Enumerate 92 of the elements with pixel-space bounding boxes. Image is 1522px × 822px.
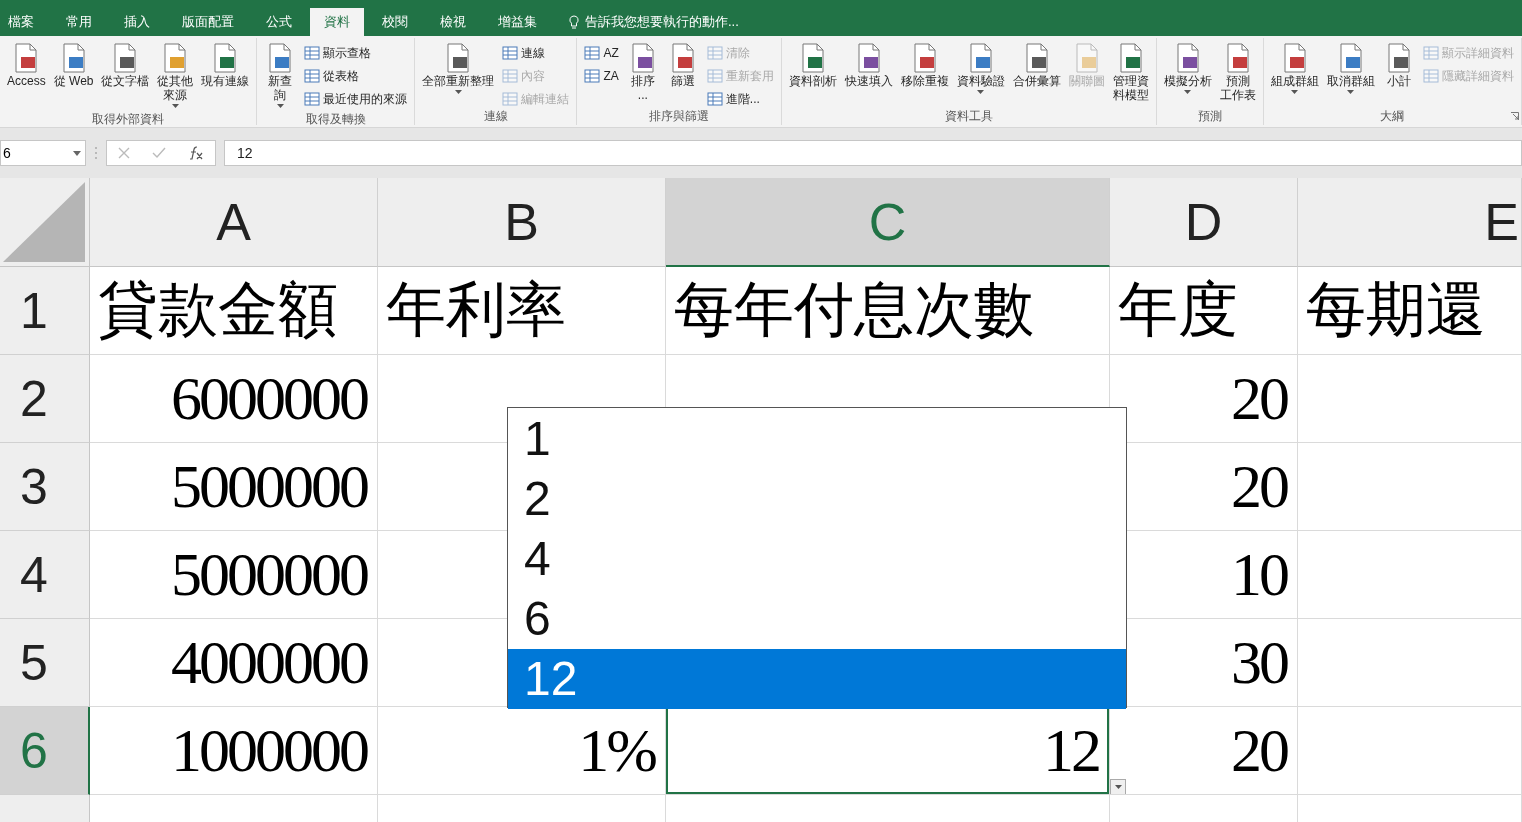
- group-label: 連線: [484, 109, 508, 125]
- table-icon: [1422, 45, 1439, 61]
- tell-me-field[interactable]: 告訴我您想要執行的動作...: [569, 8, 739, 36]
- name-box[interactable]: 6: [0, 140, 86, 166]
- column-header[interactable]: E: [1298, 178, 1522, 267]
- ribbon-button[interactable]: 組成群組: [1267, 40, 1322, 109]
- caret-icon: [73, 150, 81, 156]
- list-option[interactable]: 12: [508, 649, 1126, 709]
- ribbon-tab[interactable]: 檢視: [426, 8, 480, 36]
- table-cell: 年度: [1110, 267, 1298, 355]
- function-icon[interactable]: [188, 146, 204, 160]
- ribbon-tab[interactable]: 檔案: [0, 8, 48, 36]
- table-icon: [304, 91, 321, 107]
- caret-icon: [1114, 785, 1122, 789]
- table-cell: 年利率: [378, 267, 666, 355]
- grip-icon: [94, 145, 98, 161]
- ribbon-button[interactable]: 資料剖析: [785, 40, 840, 109]
- check-icon[interactable]: [152, 147, 166, 159]
- table-cell: 12: [666, 707, 1110, 795]
- ribbon-tab[interactable]: 公式: [252, 8, 306, 36]
- table-icon: [502, 91, 519, 107]
- ribbon-button[interactable]: 全部重新整理: [419, 40, 498, 109]
- ribbon-button[interactable]: 排序 ...: [623, 40, 662, 109]
- table-cell: 每年付息次數: [666, 267, 1110, 355]
- group-label: 大綱: [1380, 109, 1405, 125]
- sort-button[interactable]: ZA: [581, 66, 622, 86]
- ribbon-tab[interactable]: 插入: [110, 8, 164, 36]
- ribbon-button[interactable]: 從表格: [301, 66, 411, 86]
- ribbon-button[interactable]: 從文字檔: [98, 40, 153, 112]
- dropdown-button[interactable]: [1110, 779, 1126, 795]
- ribbon-button[interactable]: 從 Web: [50, 40, 97, 112]
- ribbon-button[interactable]: 篩選: [663, 40, 702, 109]
- row-header[interactable]: 3: [0, 443, 90, 531]
- group-label: 排序與篩選: [649, 109, 710, 125]
- row-header[interactable]: 4: [0, 531, 90, 619]
- ribbon-button[interactable]: 新查 詢: [261, 40, 300, 112]
- ribbon-button[interactable]: 現有連線: [198, 40, 253, 112]
- ribbon-button[interactable]: 最近使用的來源: [301, 89, 411, 109]
- group-label: 預測: [1197, 109, 1222, 125]
- ribbon-button[interactable]: 小計: [1379, 40, 1418, 109]
- ribbon-tab[interactable]: 校閱: [368, 8, 422, 36]
- table-cell: 每期還: [1298, 267, 1522, 355]
- ribbon-button[interactable]: 移除重複: [897, 40, 952, 109]
- group-label: 取得及轉換: [306, 112, 366, 126]
- table-icon: [706, 45, 723, 61]
- table-cell: 5000000: [90, 443, 378, 531]
- row-header[interactable]: 6: [0, 707, 90, 795]
- ribbon-button[interactable]: 模擬分析: [1160, 40, 1215, 109]
- column-header[interactable]: D: [1110, 178, 1298, 267]
- table-cell: 貸款金額: [90, 267, 378, 355]
- close-icon[interactable]: [118, 147, 130, 159]
- select-all-icon[interactable]: [3, 182, 85, 262]
- sort-button[interactable]: AZ: [581, 43, 622, 63]
- ribbon-tab[interactable]: 版面配置: [168, 8, 248, 36]
- table-icon: [706, 91, 723, 107]
- table-icon: [304, 45, 321, 61]
- column-header[interactable]: C: [666, 178, 1110, 267]
- table-icon: [1422, 68, 1439, 84]
- ribbon-button[interactable]: 預測 工作表: [1216, 40, 1259, 109]
- ribbon-button[interactable]: 管理資 料模型: [1109, 40, 1152, 109]
- table-cell: 6000000: [90, 355, 378, 443]
- table-icon: [502, 45, 519, 61]
- table-icon: [584, 68, 601, 84]
- table-cell: 5000000: [90, 531, 378, 619]
- ribbon-button[interactable]: 快速填入: [841, 40, 896, 109]
- ribbon-button[interactable]: 從其他 來源: [154, 40, 197, 112]
- ribbon-button[interactable]: 合併彙算: [1009, 40, 1064, 109]
- table-cell: 1000000: [90, 707, 378, 795]
- row-header[interactable]: 1: [0, 267, 90, 355]
- ribbon-button[interactable]: 顯示查格: [301, 43, 411, 63]
- table-cell: 4000000: [90, 619, 378, 707]
- column-header[interactable]: B: [378, 178, 666, 267]
- table-icon: [706, 68, 723, 84]
- ribbon-button[interactable]: 取消群組: [1323, 40, 1378, 109]
- formula-field[interactable]: 12: [224, 140, 1522, 166]
- ribbon-button[interactable]: 資料驗證: [953, 40, 1008, 109]
- table-icon: [502, 68, 519, 84]
- column-header[interactable]: A: [90, 178, 378, 267]
- ribbon-button[interactable]: 連線: [499, 43, 573, 63]
- row-header[interactable]: 2: [0, 355, 90, 443]
- ribbon-button[interactable]: Access: [4, 40, 49, 112]
- lightbulb-icon: [569, 14, 579, 30]
- ribbon-tab[interactable]: 常用: [52, 8, 106, 36]
- launcher-icon[interactable]: [1510, 112, 1519, 120]
- ribbon-tab[interactable]: 資料: [310, 8, 364, 36]
- ribbon-tab[interactable]: 增益集: [484, 8, 551, 36]
- table-icon: [304, 68, 321, 84]
- row-header[interactable]: 5: [0, 619, 90, 707]
- group-label: 資料工具: [944, 109, 993, 125]
- table-icon: [584, 45, 601, 61]
- ribbon-button[interactable]: 進階...: [703, 89, 777, 109]
- group-label: 取得外部資料: [92, 112, 165, 126]
